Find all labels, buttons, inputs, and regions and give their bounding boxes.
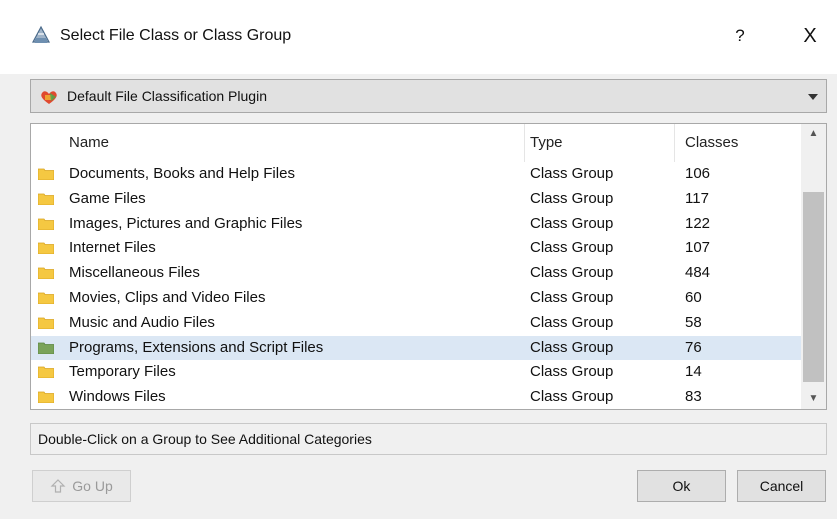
table-row[interactable]: Movies, Clips and Video Files Class Grou… [31,286,801,311]
folder-icon [38,391,54,404]
row-classes: 122 [685,214,711,232]
table-row[interactable]: Documents, Books and Help Files Class Gr… [31,162,801,187]
status-text: Double-Click on a Group to See Additiona… [38,431,372,447]
column-header-type[interactable]: Type [525,124,675,162]
row-type: Class Group [530,214,614,232]
row-type: Class Group [530,239,614,257]
folder-icon [38,366,54,379]
table-row[interactable]: Music and Audio Files Class Group 58 [31,311,801,336]
title-bar: Select File Class or Class Group ? X [0,0,837,74]
plugin-dropdown[interactable]: Default File Classification Plugin [30,79,827,113]
row-name: Internet Files [69,239,156,257]
row-name: Movies, Clips and Video Files [69,289,266,306]
row-name: Images, Pictures and Graphic Files [69,214,303,232]
row-classes: 58 [685,313,702,331]
row-classes: 14 [685,363,702,381]
dialog-window: Select File Class or Class Group ? X Def… [0,0,837,519]
row-type: Class Group [530,289,614,306]
folder-icon [38,317,54,329]
table-row[interactable]: Temporary Files Class Group 14 [31,360,801,385]
cancel-button[interactable]: Cancel [737,470,826,502]
row-type: Class Group [530,313,614,331]
folder-icon [38,242,54,255]
table-row[interactable]: Windows Files Class Group 83 [31,385,801,409]
row-classes: 484 [685,264,711,282]
plugin-icon [41,91,57,104]
scroll-up-arrow-icon[interactable]: ▲ [801,124,826,144]
row-name: Game Files [69,189,146,207]
row-type: Class Group [530,363,614,381]
class-group-list[interactable]: Name Type Classes Documents, Books and H… [30,123,827,410]
folder-icon [38,218,54,230]
status-bar: Double-Click on a Group to See Additiona… [30,423,827,455]
row-type: Class Group [530,388,614,406]
chevron-down-icon [808,94,818,100]
row-name: Documents, Books and Help Files [69,165,295,182]
table-row[interactable]: Miscellaneous Files Class Group 484 [31,261,801,286]
scroll-down-arrow-icon[interactable]: ▼ [801,389,826,409]
list-header: Name Type Classes [31,124,801,162]
plugin-dropdown-value: Default File Classification Plugin [67,88,267,104]
folder-icon [38,267,54,280]
row-name: Music and Audio Files [69,313,215,331]
table-row[interactable]: Images, Pictures and Graphic Files Class… [31,212,801,237]
go-up-button[interactable]: Go Up [32,470,131,502]
row-name: Windows Files [69,388,166,406]
row-name: Programs, Extensions and Script Files [69,338,324,356]
folder-icon [38,292,54,304]
row-classes: 107 [685,239,711,257]
window-title: Select File Class or Class Group [60,27,292,44]
column-header-name[interactable]: Name [31,124,525,162]
row-name: Temporary Files [69,363,176,381]
row-type: Class Group [530,189,614,207]
table-row[interactable]: Internet Files Class Group 107 [31,236,801,261]
app-icon [32,25,50,43]
close-button[interactable]: X [795,22,825,50]
column-header-classes[interactable]: Classes [675,124,801,162]
folder-icon [38,342,54,354]
arrow-up-icon [50,479,66,493]
row-classes: 106 [685,165,711,182]
ok-button[interactable]: Ok [637,470,726,502]
row-classes: 117 [685,189,709,207]
table-row[interactable]: Game Files Class Group 117 [31,187,801,212]
row-type: Class Group [530,165,614,182]
row-classes: 60 [685,289,702,306]
row-classes: 83 [685,388,702,406]
folder-icon [38,193,54,205]
vertical-scrollbar[interactable]: ▲ ▼ [801,124,826,409]
row-classes: 76 [685,338,702,356]
row-type: Class Group [530,264,614,282]
scrollbar-thumb[interactable] [803,192,824,382]
folder-icon [38,168,54,180]
go-up-label: Go Up [72,478,113,494]
table-row-selected[interactable]: Programs, Extensions and Script Files Cl… [31,335,801,361]
row-name: Miscellaneous Files [69,264,200,282]
row-type: Class Group [530,338,614,356]
help-button[interactable]: ? [725,22,755,50]
